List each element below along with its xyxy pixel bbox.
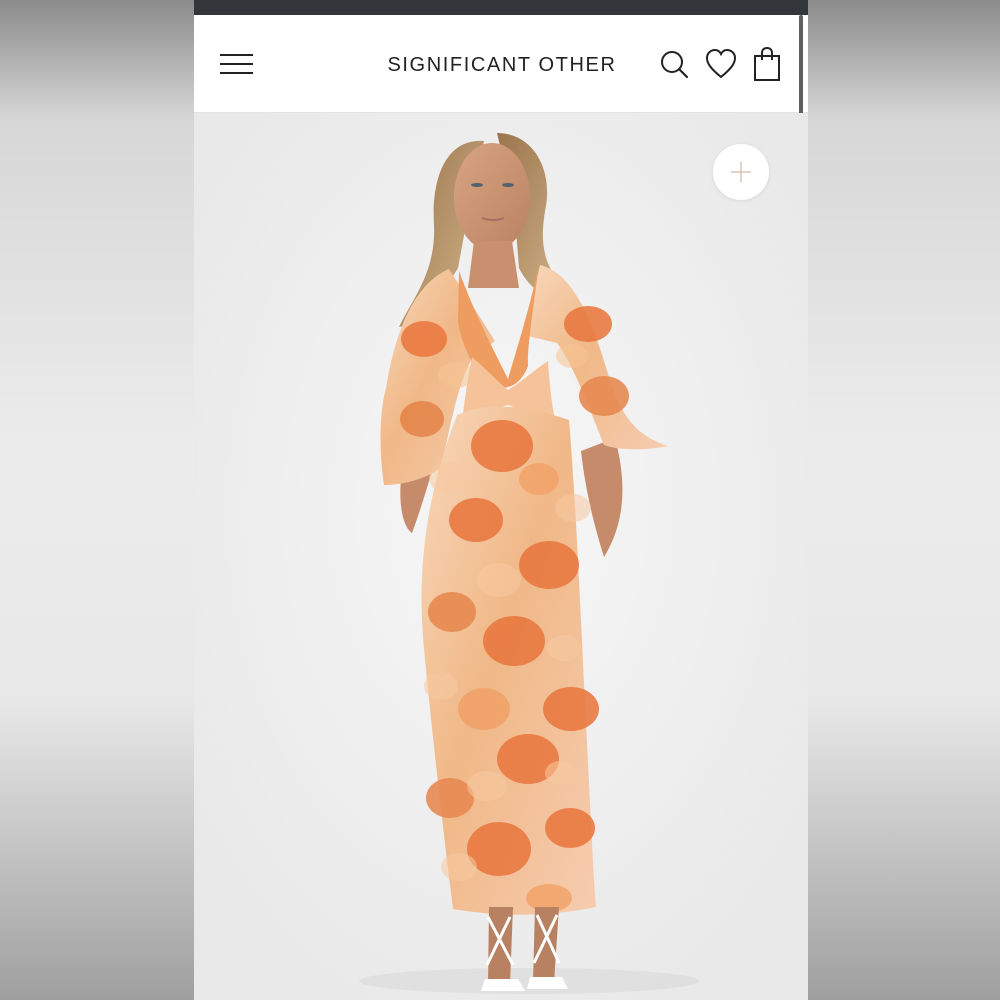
heart-icon xyxy=(705,48,737,79)
product-image-area xyxy=(194,113,808,1000)
brand-logo[interactable]: SIGNIFICANT OTHER xyxy=(369,54,635,77)
wishlist-button[interactable] xyxy=(704,47,738,81)
mobile-screen: SIGNIFICANT OTHER xyxy=(194,0,808,1000)
hamburger-menu-icon xyxy=(220,54,253,56)
zoom-button[interactable] xyxy=(713,144,769,200)
product-photo xyxy=(194,113,808,1000)
status-bar xyxy=(194,0,808,15)
left-background-blur xyxy=(0,0,194,1000)
plus-icon xyxy=(731,162,751,182)
site-header: SIGNIFICANT OTHER xyxy=(194,15,808,113)
search-icon xyxy=(661,51,689,79)
menu-button[interactable] xyxy=(220,51,254,77)
search-button[interactable] xyxy=(658,47,692,81)
hamburger-menu-icon xyxy=(220,72,253,74)
shopping-bag-icon xyxy=(754,46,780,81)
right-background-blur xyxy=(808,0,1000,1000)
shopping-bag-button[interactable] xyxy=(750,46,784,81)
hamburger-menu-icon xyxy=(220,63,253,65)
